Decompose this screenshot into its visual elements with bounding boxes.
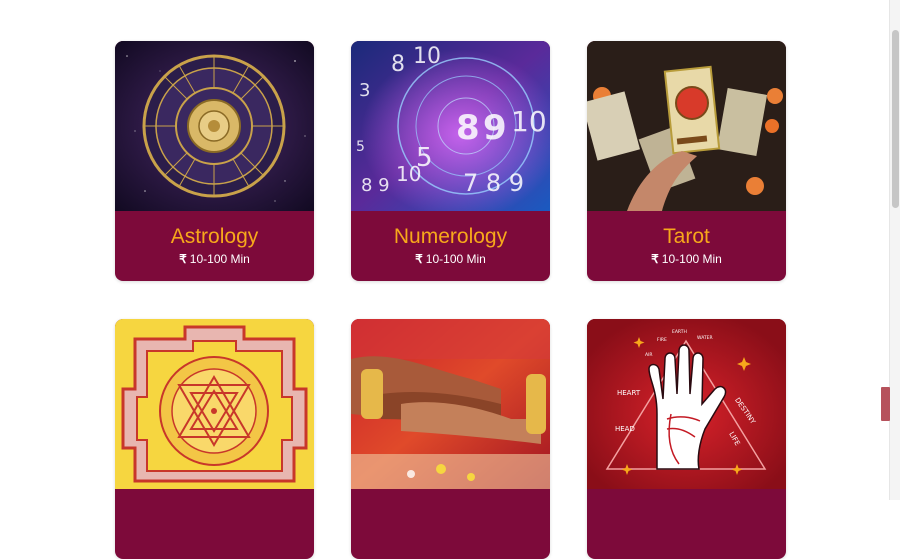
palm-label-air: AIR (645, 352, 653, 358)
palm-label-head: HEAD (615, 425, 635, 433)
svg-text:5: 5 (356, 139, 365, 155)
vertical-scrollbar[interactable] (889, 0, 900, 500)
card-price-value: 10-100 Min (661, 252, 722, 266)
service-card-astrology[interactable]: Astrology ₹10-100 Min (115, 41, 314, 281)
card-title: Numerology (393, 225, 508, 248)
card-title: Tarot (663, 225, 710, 248)
sri-yantra-image (115, 319, 314, 489)
card-price: ₹10-100 Min (351, 252, 550, 266)
rupee-icon: ₹ (651, 252, 659, 266)
palm-label-water: WATER (697, 335, 713, 341)
svg-text:7 8 9: 7 8 9 (463, 169, 524, 197)
back-to-top-button[interactable] (881, 387, 890, 421)
card-price: ₹10-100 Min (115, 252, 314, 266)
svg-text:8 9: 8 9 (361, 175, 390, 196)
service-card-numerology[interactable]: 8 9 10 8 10 3 8 9 10 5 7 8 9 5 Numerolog… (351, 41, 550, 281)
card-price-value: 10-100 Min (189, 252, 250, 266)
rupee-icon: ₹ (415, 252, 423, 266)
wedding-hands-image (351, 319, 550, 489)
service-card-tarot[interactable]: Tarot ₹10-100 Min (587, 41, 786, 281)
svg-text:5: 5 (416, 143, 433, 173)
card-price: ₹10-100 Min (587, 252, 786, 266)
rupee-icon: ₹ (179, 252, 187, 266)
card-title: Astrology (170, 225, 259, 248)
svg-text:10: 10 (413, 44, 441, 69)
card-price-value: 10-100 Min (425, 252, 486, 266)
service-card-marriage[interactable] (351, 319, 550, 559)
palm-label-fire: FIRE (657, 337, 667, 343)
svg-text:9: 9 (483, 108, 507, 148)
svg-text:8: 8 (391, 52, 405, 77)
service-card-yantra[interactable] (115, 319, 314, 559)
scrollbar-thumb[interactable] (892, 30, 899, 208)
svg-text:8: 8 (456, 108, 480, 148)
numerology-image: 8 9 10 8 10 3 8 9 10 5 7 8 9 5 (351, 41, 550, 211)
palmistry-image: EARTH FIRE WATER AIR HEART HEAD DESTINY … (587, 319, 786, 489)
svg-text:3: 3 (359, 80, 370, 101)
palm-label-earth: EARTH (672, 329, 687, 335)
service-card-palmistry[interactable]: EARTH FIRE WATER AIR HEART HEAD DESTINY … (587, 319, 786, 559)
zodiac-wheel-image (115, 41, 314, 211)
palm-label-heart: HEART (617, 389, 641, 397)
svg-text:10: 10 (511, 105, 547, 138)
tarot-image (587, 41, 786, 211)
